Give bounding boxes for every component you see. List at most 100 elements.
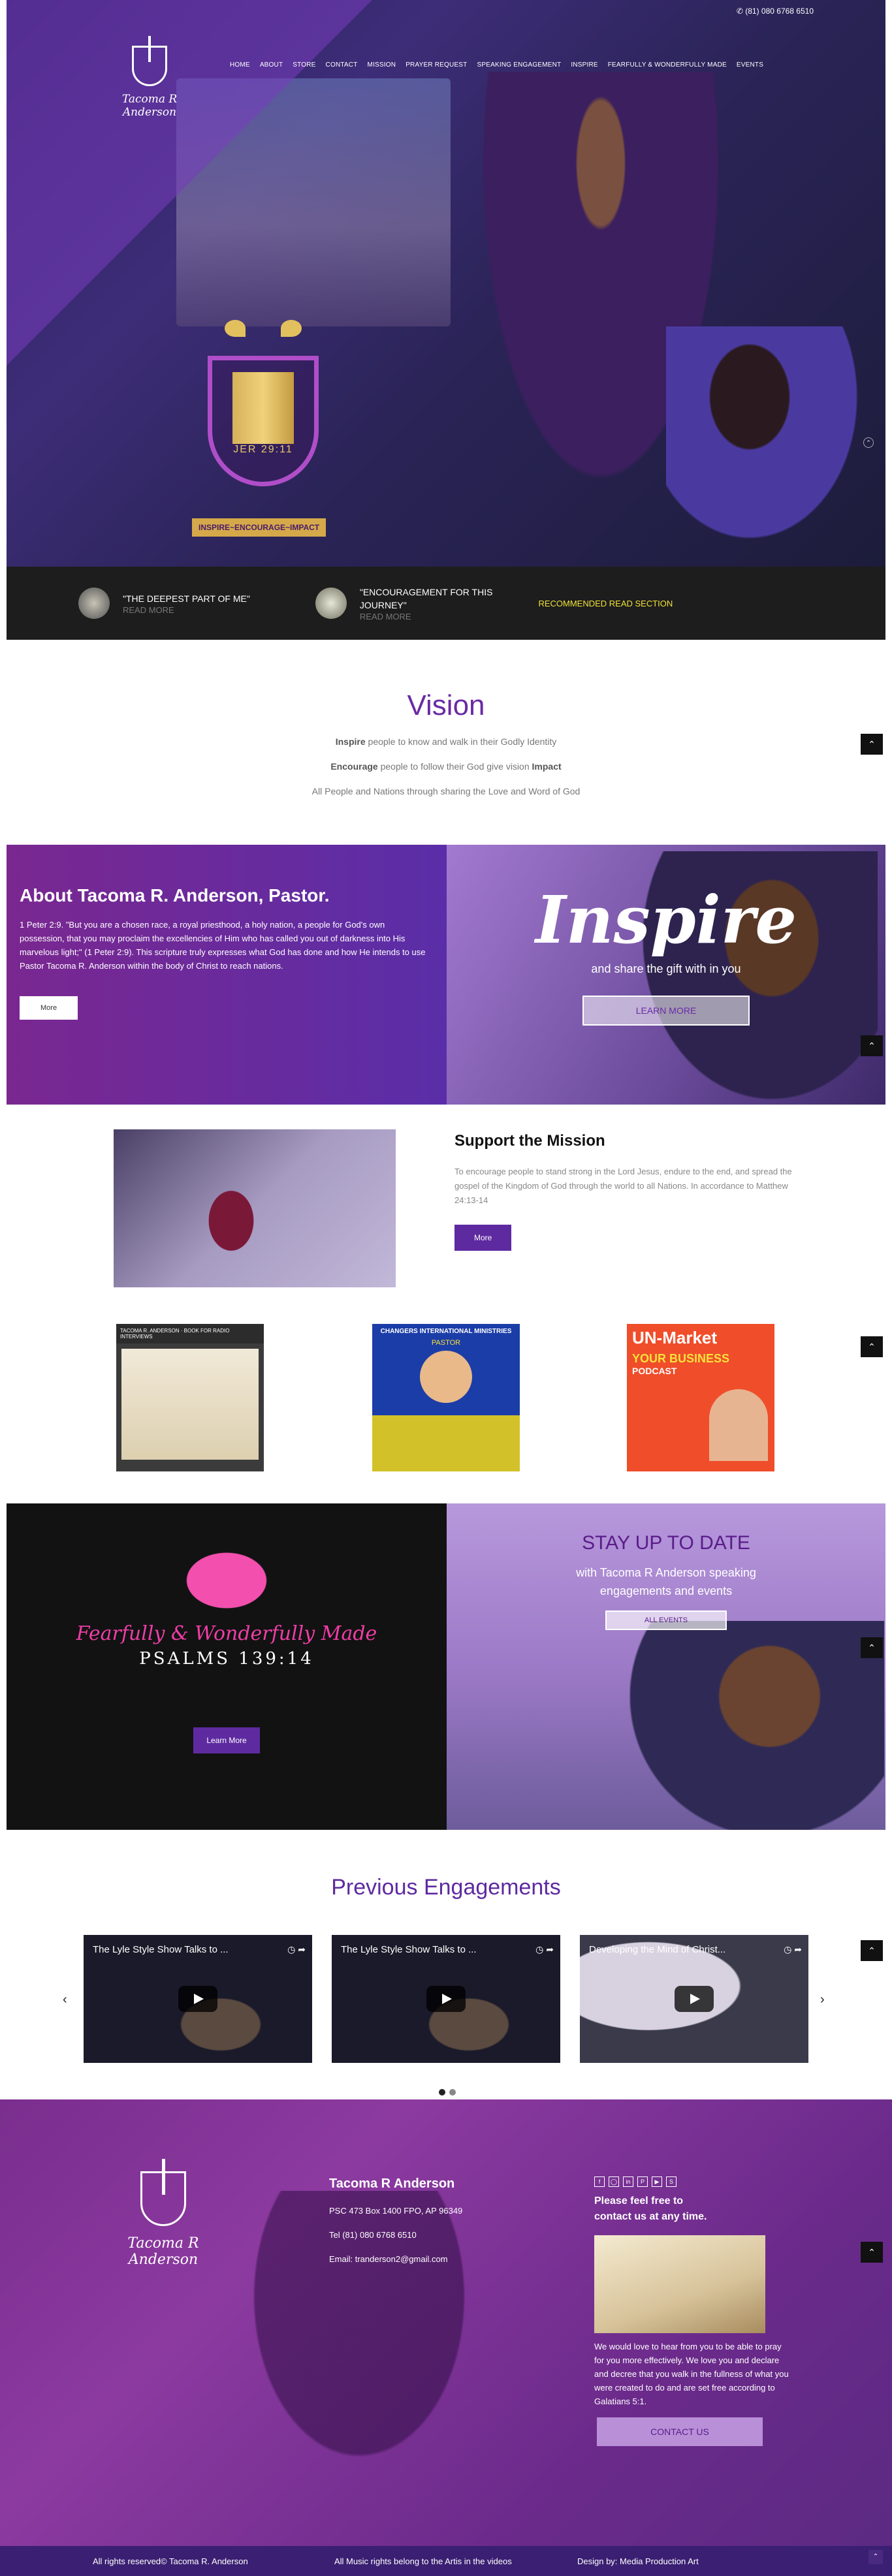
video-embed[interactable]: The Lyle Style Show Talks to ... ◷ ➦ (84, 1935, 312, 2063)
read-item[interactable]: "ENCOURAGEMENT FOR THIS JOURNEY" READ MO… (315, 586, 493, 621)
nav-mission[interactable]: MISSION (368, 61, 396, 69)
scroll-up-button[interactable]: ⌃ (861, 1637, 883, 1658)
chevron-up-icon: ⌃ (868, 739, 876, 749)
play-icon[interactable] (178, 1986, 217, 2012)
footer-email[interactable]: Email: tranderson2@gmail.com (329, 2254, 462, 2264)
video-title[interactable]: The Lyle Style Show Talks to ... (341, 1944, 477, 1955)
footer-logo[interactable]: Tacoma R Anderson (91, 2159, 235, 2268)
flyer-portrait (420, 1351, 472, 1403)
stay-title: STAY UP TO DATE (582, 1532, 750, 1554)
flyer-radio-interviews[interactable]: TACOMA R. ANDERSON · BOOK FOR RADIO INTE… (116, 1324, 264, 1471)
scroll-up-button[interactable]: ⌃ (861, 734, 883, 755)
music-rights-text: All Music rights belong to the Artis in … (334, 2556, 512, 2566)
nav-store[interactable]: STORE (293, 61, 315, 69)
scroll-up-button[interactable]: ⌃ (861, 1336, 883, 1357)
footer-pen-image (594, 2235, 765, 2333)
stay-sub-line: with Tacoma R Anderson speaking (576, 1566, 756, 1579)
support-section: Support the Mission To encourage people … (454, 1132, 807, 1251)
instagram-icon[interactable]: ◯ (609, 2176, 619, 2187)
footer-contact-info: Tacoma R Anderson PSC 473 Box 1400 FPO, … (329, 2176, 462, 2264)
video-embed[interactable]: The Lyle Style Show Talks to ... ◷ ➦ (332, 1935, 560, 2063)
video-share-icon[interactable]: ◷ ➦ (535, 1944, 554, 1955)
design-credit-link[interactable]: Design by: Media Production Art (577, 2556, 699, 2566)
read-title-cont: JOURNEY" (359, 599, 407, 610)
play-icon[interactable] (426, 1986, 466, 2012)
flyer-changers-ministries[interactable]: CHANGERS INTERNATIONAL MINISTRIES PASTOR (372, 1324, 520, 1471)
fearfully-learn-more-button[interactable]: Learn More (193, 1727, 260, 1753)
phone-text: (81) 080 6768 6510 (745, 7, 814, 16)
contact-us-button[interactable]: CONTACT US (597, 2417, 763, 2446)
flyer-subtitle: YOUR BUSINESS (632, 1352, 730, 1365)
scroll-up-button[interactable]: ⌃ (861, 2242, 883, 2263)
vision-line-1: Inspire people to know and walk in their… (0, 736, 892, 747)
inspire-learn-more-button[interactable]: LEARN MORE (582, 996, 750, 1026)
footer-logo-text: Tacoma R Anderson (127, 2235, 199, 2268)
read-more-link[interactable]: READ MORE (123, 605, 250, 615)
stay-subtitle: with Tacoma R Anderson speaking engagemen… (447, 1563, 885, 1600)
carousel-prev-icon[interactable]: ‹ (63, 1992, 67, 2007)
carousel-dots (439, 2089, 456, 2096)
vision-text: people to know and walk in their Godly I… (365, 736, 557, 747)
nav-fearfully[interactable]: FEARFULLY & WONDERFULLY MADE (608, 61, 727, 69)
all-events-button[interactable]: ALL EVENTS (605, 1610, 727, 1630)
stay-photo (629, 1621, 884, 1830)
carousel-dot[interactable] (439, 2089, 445, 2096)
play-icon[interactable] (675, 1986, 714, 2012)
nav-inspire[interactable]: INSPIRE (571, 61, 597, 69)
footer-address: PSC 473 Box 1400 FPO, AP 96349 (329, 2206, 463, 2216)
chevron-up-icon[interactable]: ⌃ (863, 437, 874, 448)
vision-line-3: All People and Nations through sharing t… (311, 786, 581, 796)
header-phone[interactable]: ✆ (81) 080 6768 6510 (737, 7, 814, 16)
linkedin-icon[interactable]: in (623, 2176, 633, 2187)
support-photo-figure (192, 1169, 270, 1273)
recommended-reads-bar: "THE DEEPEST PART OF ME" READ MORE "ENCO… (7, 567, 885, 640)
skype-icon[interactable]: S (666, 2176, 677, 2187)
carousel-dot[interactable] (449, 2089, 456, 2096)
about-more-button[interactable]: More (20, 996, 78, 1020)
nav-events[interactable]: EVENTS (737, 61, 763, 69)
nav-about[interactable]: ABOUT (260, 61, 283, 69)
support-more-button[interactable]: More (454, 1225, 512, 1251)
site-logo[interactable]: Tacoma R Anderson (94, 36, 205, 119)
vision-text: people to follow their God give vision (377, 761, 532, 772)
pinterest-icon[interactable]: P (637, 2176, 648, 2187)
chevron-up-icon: ⌃ (868, 1041, 876, 1051)
nav-speaking-engagement[interactable]: SPEAKING ENGAGEMENT (477, 61, 562, 69)
video-title[interactable]: The Lyle Style Show Talks to ... (93, 1944, 229, 1955)
scroll-up-button[interactable]: ⌃ (861, 1035, 883, 1056)
footer-tel[interactable]: Tel (81) 080 6768 6510 (329, 2230, 462, 2240)
scroll-up-button[interactable]: ⌃ (868, 2550, 883, 2564)
nav-home[interactable]: HOME (230, 61, 250, 69)
nav-contact[interactable]: CONTACT (326, 61, 358, 69)
hero-shield-emblem: JER 29:11 (201, 320, 325, 503)
flyer-subtitle: PASTOR (431, 1339, 461, 1347)
carousel-next-icon[interactable]: › (820, 1992, 825, 2007)
contact-heading-line: contact us at any time. (594, 2211, 707, 2222)
footer-contact-cta: f ◯ in P ▶ S Please feel free to contact … (594, 2176, 790, 2446)
footer-name: Tacoma R Anderson (329, 2176, 455, 2191)
hero-tagline: INSPIRE~ENCOURAGE~IMPACT (192, 518, 327, 537)
scroll-up-button[interactable]: ⌃ (861, 1940, 883, 1961)
video-embed[interactable]: Developing the Mind of Christ... ◷ ➦ (580, 1935, 808, 2063)
shield-verse: JER 29:11 (233, 444, 293, 455)
read-item[interactable]: "THE DEEPEST PART OF ME" READ MORE (78, 588, 250, 619)
about-text: 1 Peter 2:9. "But you are a chosen race,… (20, 920, 426, 971)
hero-banner: ✆ (81) 080 6768 6510 Tacoma R Anderson H… (7, 0, 885, 567)
copyright-text: All rights reserved© Tacoma R. Anderson (93, 2556, 248, 2566)
flyer-title: UN-Market (632, 1328, 718, 1347)
vision-line-2: Encourage people to follow their God giv… (0, 761, 892, 772)
recommended-read-label[interactable]: RECOMMENDED READ SECTION (538, 599, 673, 608)
read-more-link[interactable]: READ MORE (360, 612, 493, 621)
inspire-word: Inspire (535, 881, 797, 958)
site-footer: Tacoma R Anderson Tacoma R Anderson PSC … (0, 2099, 892, 2576)
video-share-icon[interactable]: ◷ ➦ (287, 1944, 306, 1955)
video-share-icon[interactable]: ◷ ➦ (784, 1944, 802, 1955)
flyer-unmarket-podcast[interactable]: UN-Market YOUR BUSINESS PODCAST (627, 1324, 774, 1471)
logo-text: Tacoma R Anderson (121, 93, 178, 119)
nav-prayer-request[interactable]: PRAYER REQUEST (406, 61, 467, 69)
youtube-icon[interactable]: ▶ (652, 2176, 662, 2187)
video-title[interactable]: Developing the Mind of Christ... (589, 1944, 725, 1955)
chevron-up-icon: ⌃ (872, 2553, 879, 2560)
vision-bold: Inspire (335, 736, 366, 747)
facebook-icon[interactable]: f (594, 2176, 605, 2187)
